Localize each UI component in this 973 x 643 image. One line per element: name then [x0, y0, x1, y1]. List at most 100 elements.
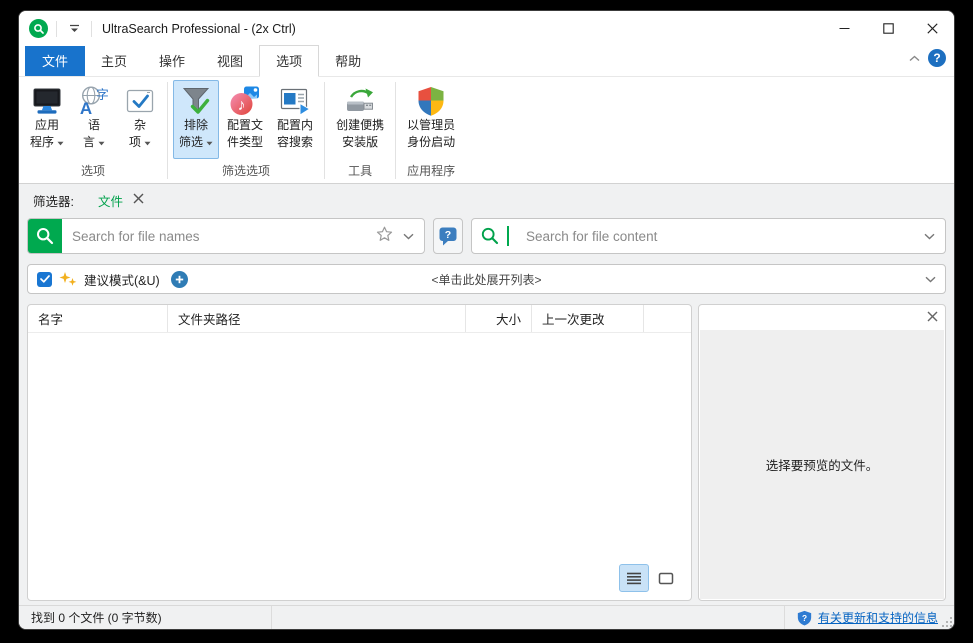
suggestion-mode-checkbox[interactable]	[37, 272, 52, 287]
thumbnail-view-icon	[658, 572, 674, 585]
expand-list-hint[interactable]: <单击此处展开列表>	[28, 271, 945, 288]
svg-text:?: ?	[445, 229, 451, 241]
ribbon-group-tools: 创建便携 安装版 工具	[327, 80, 393, 183]
group-label-tools: 工具	[329, 159, 391, 183]
run-as-admin-button[interactable]: 以管理员 身份启动	[401, 80, 461, 159]
quick-access-dropdown-icon[interactable]	[65, 19, 83, 39]
file-content-search-box	[471, 218, 946, 254]
main-area: 名字 文件夹路径 大小 上一次更改	[19, 304, 954, 601]
minimize-button[interactable]	[822, 11, 866, 46]
tab-home[interactable]: 主页	[85, 46, 143, 76]
update-info-area: ? 有关更新和支持的信息	[785, 609, 954, 626]
content-search-icon	[480, 226, 500, 246]
suggestion-mode-label: 建议模式(&U)	[84, 270, 160, 289]
group-separator	[324, 82, 325, 179]
help-button[interactable]: ?	[928, 49, 946, 67]
tab-help[interactable]: 帮助	[319, 46, 377, 76]
preview-header	[699, 305, 945, 330]
file-list-panel: 名字 文件夹路径 大小 上一次更改	[27, 304, 692, 601]
separator	[91, 21, 92, 37]
ultrasearch-window: UltraSearch Professional - (2x Ctrl) 文件 …	[18, 10, 955, 630]
file-name-search-input[interactable]	[62, 229, 376, 244]
ribbon-group-application: 以管理员 身份启动 应用程序	[398, 80, 464, 183]
content-history-chevron-icon[interactable]	[924, 227, 935, 245]
column-header-folder-path[interactable]: 文件夹路径	[168, 305, 466, 332]
tab-actions[interactable]: 操作	[143, 46, 201, 76]
filter-tab-files[interactable]: 文件	[98, 191, 123, 210]
help-bubble-icon: ?	[438, 226, 458, 247]
application-button[interactable]: 应用 程序	[24, 80, 70, 159]
group-label-filter-options: 筛选选项	[172, 159, 320, 183]
thumbnail-view-button[interactable]	[651, 564, 681, 592]
maximize-button[interactable]	[866, 11, 910, 46]
ribbon: 应用 程序 A 字 语 言	[19, 76, 954, 184]
group-label-options: 选项	[23, 159, 163, 183]
preview-close-icon[interactable]	[927, 309, 938, 327]
add-suggestion-button[interactable]	[171, 271, 188, 288]
view-toggles	[619, 564, 681, 592]
column-header-name[interactable]: 名字	[28, 305, 168, 332]
separator	[56, 21, 57, 37]
file-content-search-input[interactable]	[516, 229, 917, 244]
group-label-application: 应用程序	[400, 159, 462, 183]
status-bar: 找到 0 个文件 (0 字节数) ? 有关更新和支持的信息	[19, 605, 954, 629]
result-count-text: 找到 0 个文件 (0 字节数)	[19, 609, 271, 626]
close-button[interactable]	[910, 11, 954, 46]
group-separator	[167, 82, 168, 179]
update-info-link[interactable]: 有关更新和支持的信息	[818, 609, 938, 626]
search-syntax-help-button[interactable]: ?	[433, 218, 463, 254]
favorite-star-icon[interactable]	[376, 226, 393, 247]
ribbon-group-filter-options: 排除 筛选 ♪ 配置文 件类型	[170, 80, 322, 183]
create-portable-button[interactable]: 创建便携 安装版	[330, 80, 390, 159]
configure-content-search-button[interactable]: 配置内 容搜索	[271, 80, 319, 159]
resize-grip[interactable]	[941, 616, 953, 628]
preview-message: 选择要预览的文件。	[766, 455, 879, 474]
svg-text:?: ?	[802, 612, 807, 622]
window-controls	[822, 11, 954, 46]
list-view-icon	[626, 572, 642, 585]
search-row: ?	[27, 218, 946, 254]
tab-file[interactable]: 文件	[25, 46, 85, 76]
filter-funnel-icon	[180, 85, 212, 117]
svg-text:A: A	[80, 99, 92, 117]
file-name-search-box	[27, 218, 425, 254]
ribbon-group-options: 应用 程序 A 字 语 言	[21, 80, 165, 183]
dropdown-arrow-icon	[206, 141, 213, 146]
content-search-icon	[279, 85, 311, 117]
file-list-body[interactable]	[28, 333, 691, 600]
checkbox-icon	[124, 85, 156, 117]
preview-panel: 选择要预览的文件。	[698, 304, 946, 601]
app-logo-icon	[29, 19, 48, 38]
ribbon-tab-bar: 文件 主页 操作 视图 选项 帮助 ?	[19, 46, 954, 76]
search-history-chevron-icon[interactable]	[403, 227, 414, 245]
language-button[interactable]: A 字 语 言	[72, 80, 116, 159]
svg-text:字: 字	[96, 87, 109, 102]
suggestion-mode-row: 建议模式(&U) <单击此处展开列表>	[27, 264, 946, 294]
dropdown-arrow-icon	[57, 141, 64, 146]
column-header-last-modified[interactable]: 上一次更改	[532, 305, 644, 332]
dropdown-arrow-icon	[144, 141, 151, 146]
search-button[interactable]	[28, 219, 62, 253]
tab-view[interactable]: 视图	[201, 46, 259, 76]
configure-file-types-button[interactable]: ♪ 配置文 件类型	[221, 80, 269, 159]
admin-shield-icon	[415, 85, 447, 117]
tab-options[interactable]: 选项	[259, 45, 319, 77]
misc-button[interactable]: 杂 项	[118, 80, 162, 159]
window-title: UltraSearch Professional - (2x Ctrl)	[102, 22, 296, 36]
exclude-filter-button[interactable]: 排除 筛选	[173, 80, 219, 159]
file-list-header: 名字 文件夹路径 大小 上一次更改	[28, 305, 691, 333]
group-separator	[395, 82, 396, 179]
column-header-size[interactable]: 大小	[466, 305, 532, 332]
filter-bar-label: 筛选器:	[33, 191, 74, 210]
usb-portable-icon	[344, 85, 376, 117]
monitor-icon	[31, 85, 63, 117]
details-view-button[interactable]	[619, 564, 649, 592]
separator	[271, 606, 272, 629]
language-globe-icon: A 字	[78, 85, 110, 117]
dropdown-arrow-icon	[98, 141, 105, 146]
suggestion-expand-chevron-icon[interactable]	[925, 270, 936, 288]
update-shield-icon: ?	[797, 610, 812, 626]
filter-close-icon[interactable]	[133, 193, 144, 207]
collapse-ribbon-icon[interactable]	[909, 49, 920, 67]
filter-bar: 筛选器: 文件	[19, 184, 954, 216]
